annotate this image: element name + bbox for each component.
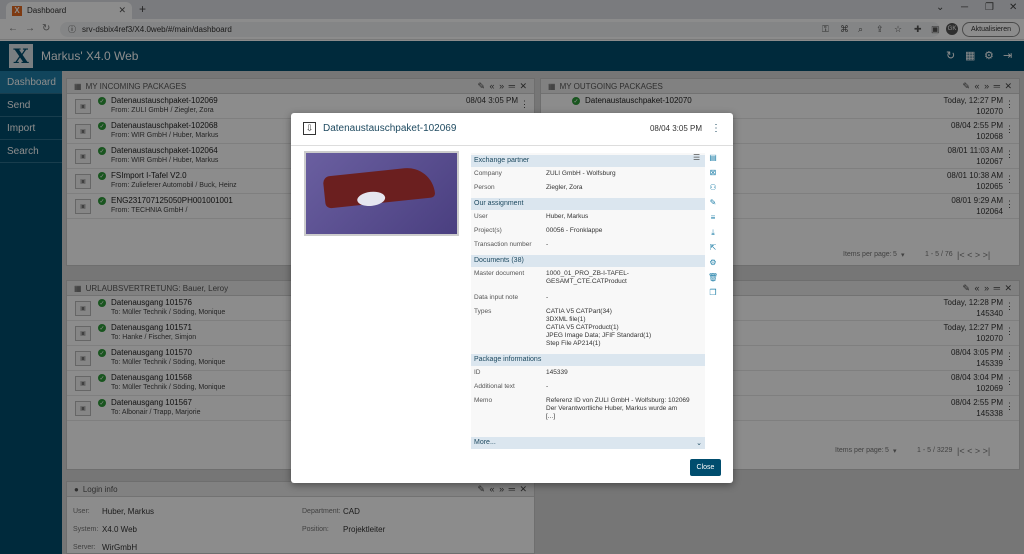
type-item: JPEG Image Data; JFIF Standard(1) <box>546 332 652 339</box>
user-label: User <box>474 213 488 220</box>
delete-icon[interactable]: 🗑 <box>707 273 719 288</box>
more-label: More... <box>474 439 496 446</box>
reject-icon[interactable]: ⊠ <box>707 168 719 183</box>
save-icon[interactable]: ▤ <box>707 153 719 168</box>
type-item: CATIA V5 CATProduct(1) <box>546 324 619 331</box>
company-value: ZULI GmbH - Wolfsburg <box>546 170 616 177</box>
types-list: CATIA V5 CATPart(34) 3DXML file(1) CATIA… <box>546 308 701 348</box>
user-value: Huber, Markus <box>546 213 589 220</box>
note-label: Data input note <box>474 294 519 301</box>
dialog-date: 08/04 3:05 PM <box>649 124 702 133</box>
person-value: Ziegler, Zora <box>546 184 583 191</box>
type-item: Step File AP214(1) <box>546 340 601 347</box>
list-icon[interactable]: ☰ <box>693 153 700 168</box>
chevron-down-icon: ⌄ <box>696 440 702 447</box>
more-toggle[interactable]: More... ⌄ <box>471 437 705 449</box>
dialog-title: Datenaustauschpaket-102069 <box>323 123 457 134</box>
open-external-icon[interactable]: ⇱ <box>707 243 719 258</box>
types-label: Types <box>474 308 492 315</box>
company-label: Company <box>474 170 502 177</box>
section-documents: Documents (38) <box>471 255 705 267</box>
id-value: 145339 <box>546 369 568 376</box>
master-label: Master document <box>474 270 525 277</box>
package-details: Exchange partner Company ZULI GmbH - Wolf… <box>471 153 705 449</box>
memo-line: Der Verantwortliche Huber, Markus wurde … <box>546 405 678 412</box>
cad-preview-image[interactable] <box>304 151 459 236</box>
section-exchange: Exchange partner <box>471 155 705 167</box>
download-package-icon: ⇩ <box>303 122 316 135</box>
note-value: - <box>546 294 549 301</box>
more-vert-icon[interactable]: ⋮ <box>711 123 721 134</box>
master-value[interactable]: 1000_01_PRO_ZB-I-TAFEL-GESAMT_CTE.CATPro… <box>546 270 636 286</box>
edit-icon[interactable]: ✎ <box>707 198 719 213</box>
additional-label: Additional text <box>474 383 515 390</box>
memo-text: Referenz ID von ZULI GmbH - Wolfsburg: 1… <box>546 397 701 421</box>
project-label: Project(s) <box>474 227 502 234</box>
memo-label: Memo <box>474 397 493 404</box>
memo-line: Referenz ID von ZULI GmbH - Wolfsburg: 1… <box>546 397 690 404</box>
settings-gear-icon[interactable]: ⚙ <box>707 258 719 273</box>
section-package: Package informations <box>471 354 705 366</box>
project-value: 00056 - Fronklappe <box>546 227 603 234</box>
cad-part-shape <box>322 165 436 209</box>
memo-line: [...] <box>546 413 556 420</box>
cad-part-hole <box>356 190 386 208</box>
person-label: Person <box>474 184 495 191</box>
additional-value: - <box>546 383 549 390</box>
download-icon[interactable]: ⤓ <box>707 228 719 243</box>
section-assignment: Our assignment <box>471 198 705 210</box>
assign-user-icon[interactable]: ⚇ <box>707 183 719 198</box>
id-label: ID <box>474 369 481 376</box>
transaction-label: Transaction number <box>474 241 532 248</box>
transaction-value: - <box>546 241 549 248</box>
annotate-icon[interactable]: ≡ <box>707 213 719 228</box>
package-detail-dialog: ⇩ Datenaustauschpaket-102069 08/04 3:05 … <box>291 113 733 483</box>
type-item: CATIA V5 CATPart(34) <box>546 308 612 315</box>
dialog-action-icons: ☰ ▤ ⊠ ⚇ ✎ ≡ ⤓ ⇱ ⚙ 🗑 ❐ <box>693 153 719 303</box>
type-item: 3DXML file(1) <box>546 316 586 323</box>
copy-icon[interactable]: ❐ <box>707 288 719 303</box>
close-button[interactable]: Close <box>690 459 721 476</box>
